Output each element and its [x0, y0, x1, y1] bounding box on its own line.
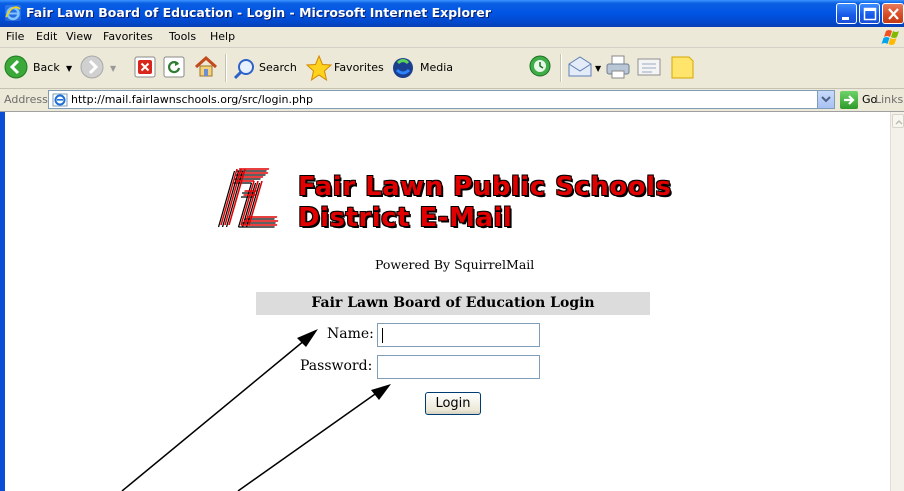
messenger-note-icon[interactable] — [669, 54, 695, 80]
go-arrow-icon — [844, 95, 855, 105]
ie-icon — [5, 5, 21, 21]
search-button[interactable]: Search — [233, 51, 301, 85]
menu-help[interactable]: Help — [210, 30, 235, 43]
media-button[interactable]: Media — [391, 51, 454, 85]
school-logo-emblem — [217, 168, 279, 228]
forward-dropdown-icon[interactable]: ▼ — [110, 64, 116, 73]
chevron-up-icon — [895, 119, 903, 125]
media-label: Media — [420, 61, 454, 74]
stop-icon[interactable] — [134, 56, 156, 78]
favorites-button[interactable]: Favorites — [306, 51, 391, 85]
window-border — [0, 112, 5, 491]
login-form-title: Fair Lawn Board of Education Login — [256, 292, 650, 315]
print-icon[interactable] — [605, 54, 631, 80]
menu-favorites[interactable]: Favorites — [103, 30, 153, 43]
menu-tools[interactable]: Tools — [169, 30, 196, 43]
menu-view[interactable]: View — [66, 30, 92, 43]
menu-bar: File Edit View Favorites Tools Help — [0, 27, 904, 48]
menu-edit[interactable]: Edit — [36, 30, 57, 43]
media-icon — [393, 58, 413, 78]
url-text: http://mail.fairlawnschools.org/src/logi… — [71, 93, 313, 106]
refresh-icon[interactable] — [163, 56, 185, 78]
minimize-button[interactable] — [836, 3, 857, 24]
forward-arrow-icon — [80, 55, 104, 79]
window-title: Fair Lawn Board of Education - Login - M… — [26, 5, 491, 20]
login-button[interactable]: Login — [425, 392, 481, 415]
toolbar-separator — [560, 54, 562, 82]
title-bar: Fair Lawn Board of Education - Login - M… — [0, 0, 904, 27]
password-label: Password: — [300, 358, 373, 374]
close-button[interactable] — [882, 3, 904, 24]
menu-file[interactable]: File — [6, 30, 24, 43]
history-icon[interactable] — [528, 54, 552, 78]
address-dropdown-button[interactable] — [817, 91, 834, 108]
back-button[interactable]: Back ▼ — [4, 51, 72, 85]
links-label[interactable]: Links — [875, 93, 903, 106]
maximize-icon — [863, 7, 877, 21]
close-icon — [888, 8, 899, 20]
search-icon — [233, 59, 254, 80]
name-input[interactable] — [377, 323, 540, 347]
address-input[interactable]: http://mail.fairlawnschools.org/src/logi… — [48, 90, 835, 109]
text-caret — [382, 328, 383, 343]
scroll-up-button[interactable] — [892, 114, 904, 128]
vertical-scrollbar[interactable] — [890, 112, 904, 491]
edit-icon[interactable] — [636, 56, 662, 78]
address-bar: Address http://mail.fairlawnschools.org/… — [0, 89, 904, 112]
search-label: Search — [259, 61, 297, 74]
windows-flag-icon — [881, 30, 899, 45]
password-input[interactable] — [377, 355, 540, 379]
home-icon[interactable] — [193, 54, 219, 80]
chevron-down-icon — [821, 96, 831, 103]
logo-title-line1: Fair Lawn Public Schools — [298, 172, 672, 202]
toolbar: Back ▼ ▼ Search Favorites Media ▼ — [0, 48, 904, 89]
back-arrow-icon — [4, 55, 28, 79]
minimize-icon — [842, 17, 849, 20]
mail-dropdown-icon[interactable]: ▼ — [595, 64, 601, 73]
go-button[interactable] — [840, 91, 858, 109]
page-icon — [52, 93, 68, 107]
address-label: Address — [4, 93, 48, 106]
powered-by-text: Powered By SquirrelMail — [375, 257, 535, 272]
forward-button[interactable]: ▼ — [80, 51, 120, 85]
back-label: Back — [33, 61, 60, 74]
favorites-label: Favorites — [334, 61, 384, 74]
toolbar-separator — [225, 54, 227, 82]
back-dropdown-icon[interactable]: ▼ — [66, 64, 72, 73]
name-label: Name: — [327, 326, 374, 342]
favorites-star-icon — [306, 55, 332, 81]
maximize-button[interactable] — [859, 3, 880, 24]
mail-icon[interactable] — [567, 56, 593, 78]
logo-title-line2: District E-Mail — [298, 203, 513, 233]
